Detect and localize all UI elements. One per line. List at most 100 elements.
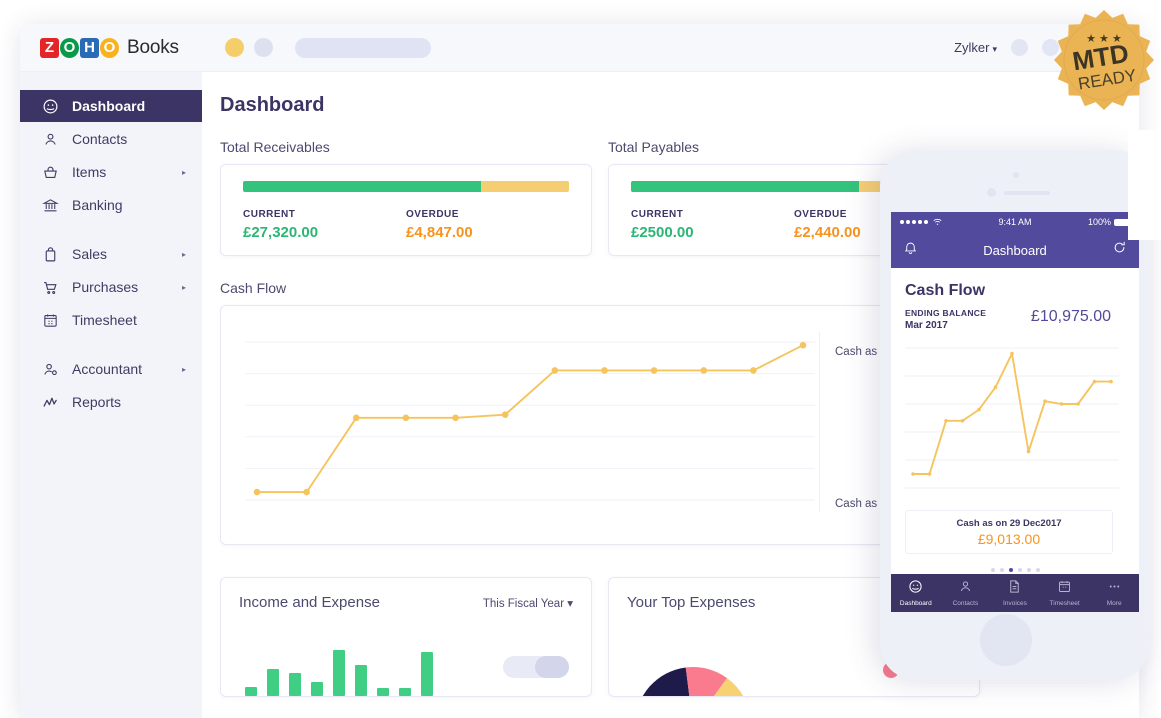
receivables-overdue: OVERDUE £4,847.00 [406, 209, 569, 241]
phone-cash-flow-title: Cash Flow [905, 282, 986, 299]
logo-books-text: Books [127, 36, 179, 58]
battery-icon: 100% [1088, 217, 1130, 227]
chevron-down-icon: ▾ [992, 44, 997, 54]
sidebar-item-label: Reports [72, 394, 122, 410]
phone-tab-label: Timesheet [1049, 600, 1080, 607]
income-expense-filter[interactable]: This Fiscal Year ▾ [483, 596, 573, 610]
bar [399, 687, 411, 696]
top-expenses-title: Your Top Expenses [627, 594, 756, 611]
toggle-knob [535, 656, 569, 678]
timesheet-icon [40, 312, 60, 329]
phone-cash-flow-chart [905, 347, 1119, 489]
income-expense-header: Income and Expense This Fiscal Year ▾ [239, 594, 573, 611]
browser-chrome-bar: Z O H O Books Zylker ▾ [20, 24, 1139, 72]
bar [333, 650, 345, 696]
bar [289, 673, 301, 696]
bar [355, 664, 367, 696]
receivables-overdue-caption: OVERDUE [406, 209, 459, 220]
header-icon-1[interactable] [1011, 39, 1028, 56]
sidebar-item-accountant[interactable]: Accountant ▸ [20, 353, 202, 385]
signal-icon [900, 218, 942, 226]
sidebar-item-items[interactable]: Items ▸ [20, 156, 202, 188]
sidebar-divider-2 [20, 337, 202, 353]
chevron-right-icon: ▸ [181, 249, 186, 259]
income-expense-toggle[interactable] [503, 656, 569, 678]
org-name-label: Zylker [954, 40, 990, 55]
sidebar-item-label: Accountant [72, 361, 143, 377]
org-switcher[interactable]: Zylker ▾ [954, 40, 997, 55]
page-dot[interactable] [1026, 568, 1031, 572]
dashboard-icon [40, 98, 60, 115]
total-receivables-section: Total Receivables CURRENT £27,320.00 OVE… [220, 139, 592, 256]
invoices-icon [1010, 580, 1020, 593]
phone-status-bar: 9:41 AM 100% [891, 212, 1139, 232]
page-dot[interactable] [1035, 568, 1040, 572]
payables-current-segment [631, 181, 860, 192]
bell-icon[interactable] [903, 240, 918, 260]
phone-mockup: 9:41 AM 100% Dashboard Cash Flow ENDING … [880, 150, 1150, 680]
dashboard-icon [909, 580, 922, 593]
sidebar-item-banking[interactable]: Banking [20, 189, 202, 221]
phone-camera [1013, 172, 1019, 178]
phone-tab-label: Contacts [952, 600, 979, 607]
page-dot[interactable] [1008, 568, 1013, 572]
sidebar-item-sales[interactable]: Sales ▸ [20, 238, 202, 270]
refresh-icon[interactable] [1112, 240, 1127, 260]
sidebar-item-timesheet[interactable]: Timesheet [20, 304, 202, 336]
logo-letter-o-yellow: O [100, 37, 119, 58]
sidebar-item-reports[interactable]: Reports [20, 386, 202, 418]
browser-dot-yellow[interactable] [224, 38, 244, 57]
more-icon [1109, 585, 1119, 588]
sidebar-item-purchases[interactable]: Purchases ▸ [20, 271, 202, 303]
logo-letter-h: H [80, 37, 99, 58]
phone-navbar: Dashboard [891, 232, 1139, 268]
phone-cash-as-on-label: Cash as on 29 Dec2017 [956, 518, 1062, 529]
bar [421, 652, 433, 696]
sidebar-item-contacts[interactable]: Contacts [20, 123, 202, 155]
receivables-current-caption: CURRENT [243, 209, 296, 220]
browser-controls [224, 37, 431, 58]
zoho-books-logo[interactable]: Z O H O Books [40, 37, 179, 59]
reports-icon [40, 394, 60, 411]
page-dot[interactable] [1017, 568, 1022, 572]
mtd-ready-badge: ★ ★ ★ MTD READY [1052, 8, 1156, 112]
chevron-right-icon: ▸ [181, 282, 186, 292]
sidebar-item-label: Contacts [72, 131, 128, 147]
phone-tab-dashboard[interactable]: Dashboard [891, 579, 941, 607]
phone-battery-pct: 100% [1087, 217, 1111, 227]
phone-ending-balance-value: £10,975.00 [1030, 308, 1111, 325]
phone-tab-more[interactable]: More [1089, 579, 1139, 607]
cash-flow-chart [245, 341, 815, 501]
income-and-expense-card[interactable]: Income and Expense This Fiscal Year ▾ [220, 577, 592, 697]
receivables-current: CURRENT £27,320.00 [243, 209, 406, 241]
page-dot[interactable] [999, 568, 1004, 572]
bar [245, 686, 257, 696]
payables-current: CURRENT £2500.00 [631, 209, 794, 241]
cash-flow-legend-divider [819, 332, 820, 512]
logo-letter-o-green: O [60, 37, 79, 58]
phone-tab-contacts[interactable]: Contacts [941, 579, 991, 607]
phone-tab-timesheet[interactable]: Timesheet [1040, 579, 1090, 607]
sidebar-item-label: Banking [72, 197, 123, 213]
phone-tab-label: Dashboard [899, 600, 932, 607]
browser-dot-grey[interactable] [253, 38, 273, 57]
top-expenses-pie-chart [642, 667, 744, 696]
address-bar[interactable] [294, 37, 431, 58]
phone-tab-label: More [1106, 600, 1122, 607]
phone-ending-balance-caption: ENDING BALANCE [905, 308, 987, 318]
phone-home-button[interactable] [980, 614, 1032, 666]
sidebar-item-dashboard[interactable]: Dashboard [20, 90, 202, 122]
cash-flow-card[interactable]: Cash as o Cash as o [220, 305, 980, 545]
chevron-right-icon: ▸ [181, 364, 186, 374]
timesheet-icon [1059, 581, 1071, 592]
sidebar-item-label: Items [72, 164, 107, 180]
receivables-overdue-segment [480, 181, 569, 192]
chevron-right-icon: ▸ [181, 167, 186, 177]
phone-screen: 9:41 AM 100% Dashboard Cash Flow ENDING … [891, 212, 1139, 612]
total-receivables-card[interactable]: CURRENT £27,320.00 OVERDUE £4,847.00 [220, 164, 592, 256]
bar [311, 682, 323, 696]
purchases-icon [40, 279, 60, 296]
page-dot[interactable] [990, 568, 995, 572]
phone-tab-invoices[interactable]: Invoices [990, 579, 1040, 607]
total-receivables-label: Total Receivables [220, 139, 330, 155]
